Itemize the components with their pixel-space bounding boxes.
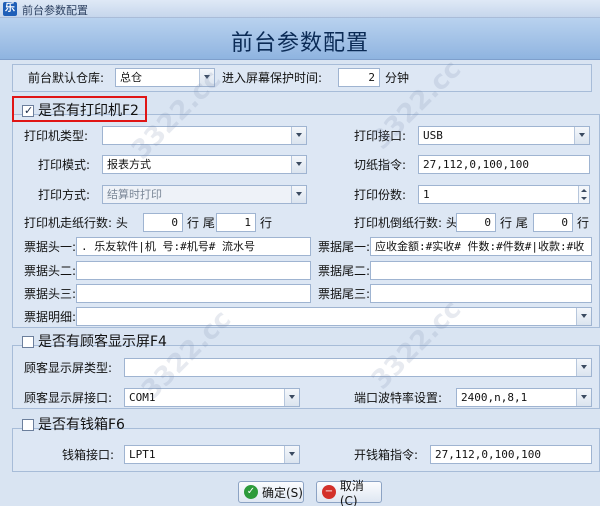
cut-command-input[interactable]: 27,112,0,100,100 [418, 155, 590, 174]
customer-display-checkbox[interactable] [22, 336, 34, 348]
chevron-down-icon[interactable] [291, 127, 306, 144]
cashbox-port-value: LPT1 [129, 448, 156, 461]
footer1-label: 票据尾一: [318, 240, 371, 254]
display-port-value: COM1 [129, 391, 156, 404]
print-mode-select[interactable]: 报表方式 [102, 155, 307, 174]
reverse-head-input[interactable]: 0 [456, 213, 496, 232]
display-type-label: 顾客显示屏类型: [24, 361, 113, 375]
printer-type-select[interactable] [102, 126, 307, 145]
ok-button[interactable]: ✓ 确定(S) [238, 481, 304, 503]
print-copies-label: 打印份数: [354, 188, 407, 202]
printer-type-label: 打印机类型: [24, 129, 89, 143]
reverse-tail-label: 行 尾 [500, 216, 528, 230]
header1-input[interactable]: . 乐友软件|机 号:#机号# 流水号 [76, 237, 311, 256]
header3-label: 票据头三: [24, 287, 77, 301]
reverse-lines-label: 打印机倒纸行数: 头 [354, 216, 458, 230]
page-header: 前台参数配置 [0, 18, 600, 60]
chevron-down-icon[interactable] [291, 156, 306, 173]
print-copies-value: 1 [423, 188, 430, 201]
cancel-button[interactable]: − 取消(C) [316, 479, 382, 506]
chevron-down-icon[interactable] [284, 446, 299, 463]
detail-label: 票据明细: [24, 310, 77, 324]
header2-label: 票据头二: [24, 264, 77, 278]
cancel-icon: − [322, 485, 336, 499]
app-icon: 乐 [3, 2, 17, 16]
chevron-down-icon[interactable] [284, 389, 299, 406]
chevron-down-icon[interactable] [574, 127, 589, 144]
chevron-down-icon[interactable] [576, 389, 591, 406]
footer2-input[interactable] [370, 261, 592, 280]
feed-tail-input[interactable]: 1 [216, 213, 256, 232]
printer-port-select[interactable]: USB [418, 126, 590, 145]
header3-input[interactable] [76, 284, 311, 303]
footer2-label: 票据尾二: [318, 264, 371, 278]
customer-display-section-toggle[interactable]: 是否有顾客显示屏F4 [22, 334, 167, 350]
check-icon: ✓ [244, 485, 258, 499]
highlight-frame [12, 96, 147, 122]
page-title: 前台参数配置 [230, 31, 369, 56]
chevron-down-icon[interactable] [199, 69, 214, 86]
cashbox-cmd-label: 开钱箱指令: [354, 448, 419, 462]
print-mode-value: 报表方式 [107, 158, 151, 171]
feed-unit-label: 行 [260, 216, 273, 230]
print-method-value: 结算时打印 [107, 188, 162, 201]
customer-display-section-label: 是否有顾客显示屏F4 [38, 334, 167, 350]
cashbox-checkbox[interactable] [22, 419, 34, 431]
detail-select[interactable] [76, 307, 592, 326]
print-method-label: 打印方式: [38, 188, 91, 202]
footer3-label: 票据尾三: [318, 287, 371, 301]
cashbox-port-select[interactable]: LPT1 [124, 445, 300, 464]
print-mode-label: 打印模式: [38, 158, 91, 172]
baud-rate-label: 端口波特率设置: [354, 391, 443, 405]
cut-command-label: 切纸指令: [354, 158, 407, 172]
feed-tail-label: 行 尾 [187, 216, 215, 230]
cancel-button-label: 取消(C) [339, 478, 364, 506]
chevron-down-icon[interactable] [291, 186, 306, 203]
screensaver-input[interactable]: 2 [338, 68, 380, 87]
warehouse-label: 前台默认仓库: [28, 71, 105, 85]
cashbox-section-label: 是否有钱箱F6 [38, 417, 125, 433]
cashbox-section-toggle[interactable]: 是否有钱箱F6 [22, 417, 125, 433]
chevron-down-icon[interactable] [576, 359, 591, 376]
print-method-select[interactable]: 结算时打印 [102, 185, 307, 204]
window-titlebar: 乐 前台参数配置 [0, 0, 600, 18]
cashbox-cmd-input[interactable]: 27,112,0,100,100 [430, 445, 592, 464]
ok-button-label: 确定(S) [262, 485, 303, 500]
baud-rate-value: 2400,n,8,1 [461, 391, 528, 404]
printer-port-value: USB [423, 129, 443, 142]
footer3-input[interactable] [370, 284, 592, 303]
baud-rate-select[interactable]: 2400,n,8,1 [456, 388, 592, 407]
display-port-select[interactable]: COM1 [124, 388, 300, 407]
screensaver-unit: 分钟 [385, 71, 410, 85]
spin-arrows-icon[interactable] [578, 186, 589, 203]
window-title: 前台参数配置 [22, 4, 88, 17]
reverse-unit-label: 行 [577, 216, 590, 230]
display-type-select[interactable] [124, 358, 592, 377]
warehouse-value: 总仓 [120, 71, 142, 84]
feed-lines-label: 打印机走纸行数: 头 [24, 216, 128, 230]
chevron-down-icon[interactable] [576, 308, 591, 325]
printer-port-label: 打印接口: [354, 129, 407, 143]
display-port-label: 顾客显示屏接口: [24, 391, 113, 405]
print-copies-stepper[interactable]: 1 [418, 185, 590, 204]
footer1-input[interactable]: 应收金额:#实收# 件数:#件数#|收款:#收 [370, 237, 592, 256]
reverse-tail-input[interactable]: 0 [533, 213, 573, 232]
cashbox-port-label: 钱箱接口: [62, 448, 115, 462]
header2-input[interactable] [76, 261, 311, 280]
header1-label: 票据头一: [24, 240, 77, 254]
screensaver-label: 进入屏幕保护时间: [222, 71, 323, 85]
warehouse-select[interactable]: 总仓 [115, 68, 215, 87]
feed-head-input[interactable]: 0 [143, 213, 183, 232]
